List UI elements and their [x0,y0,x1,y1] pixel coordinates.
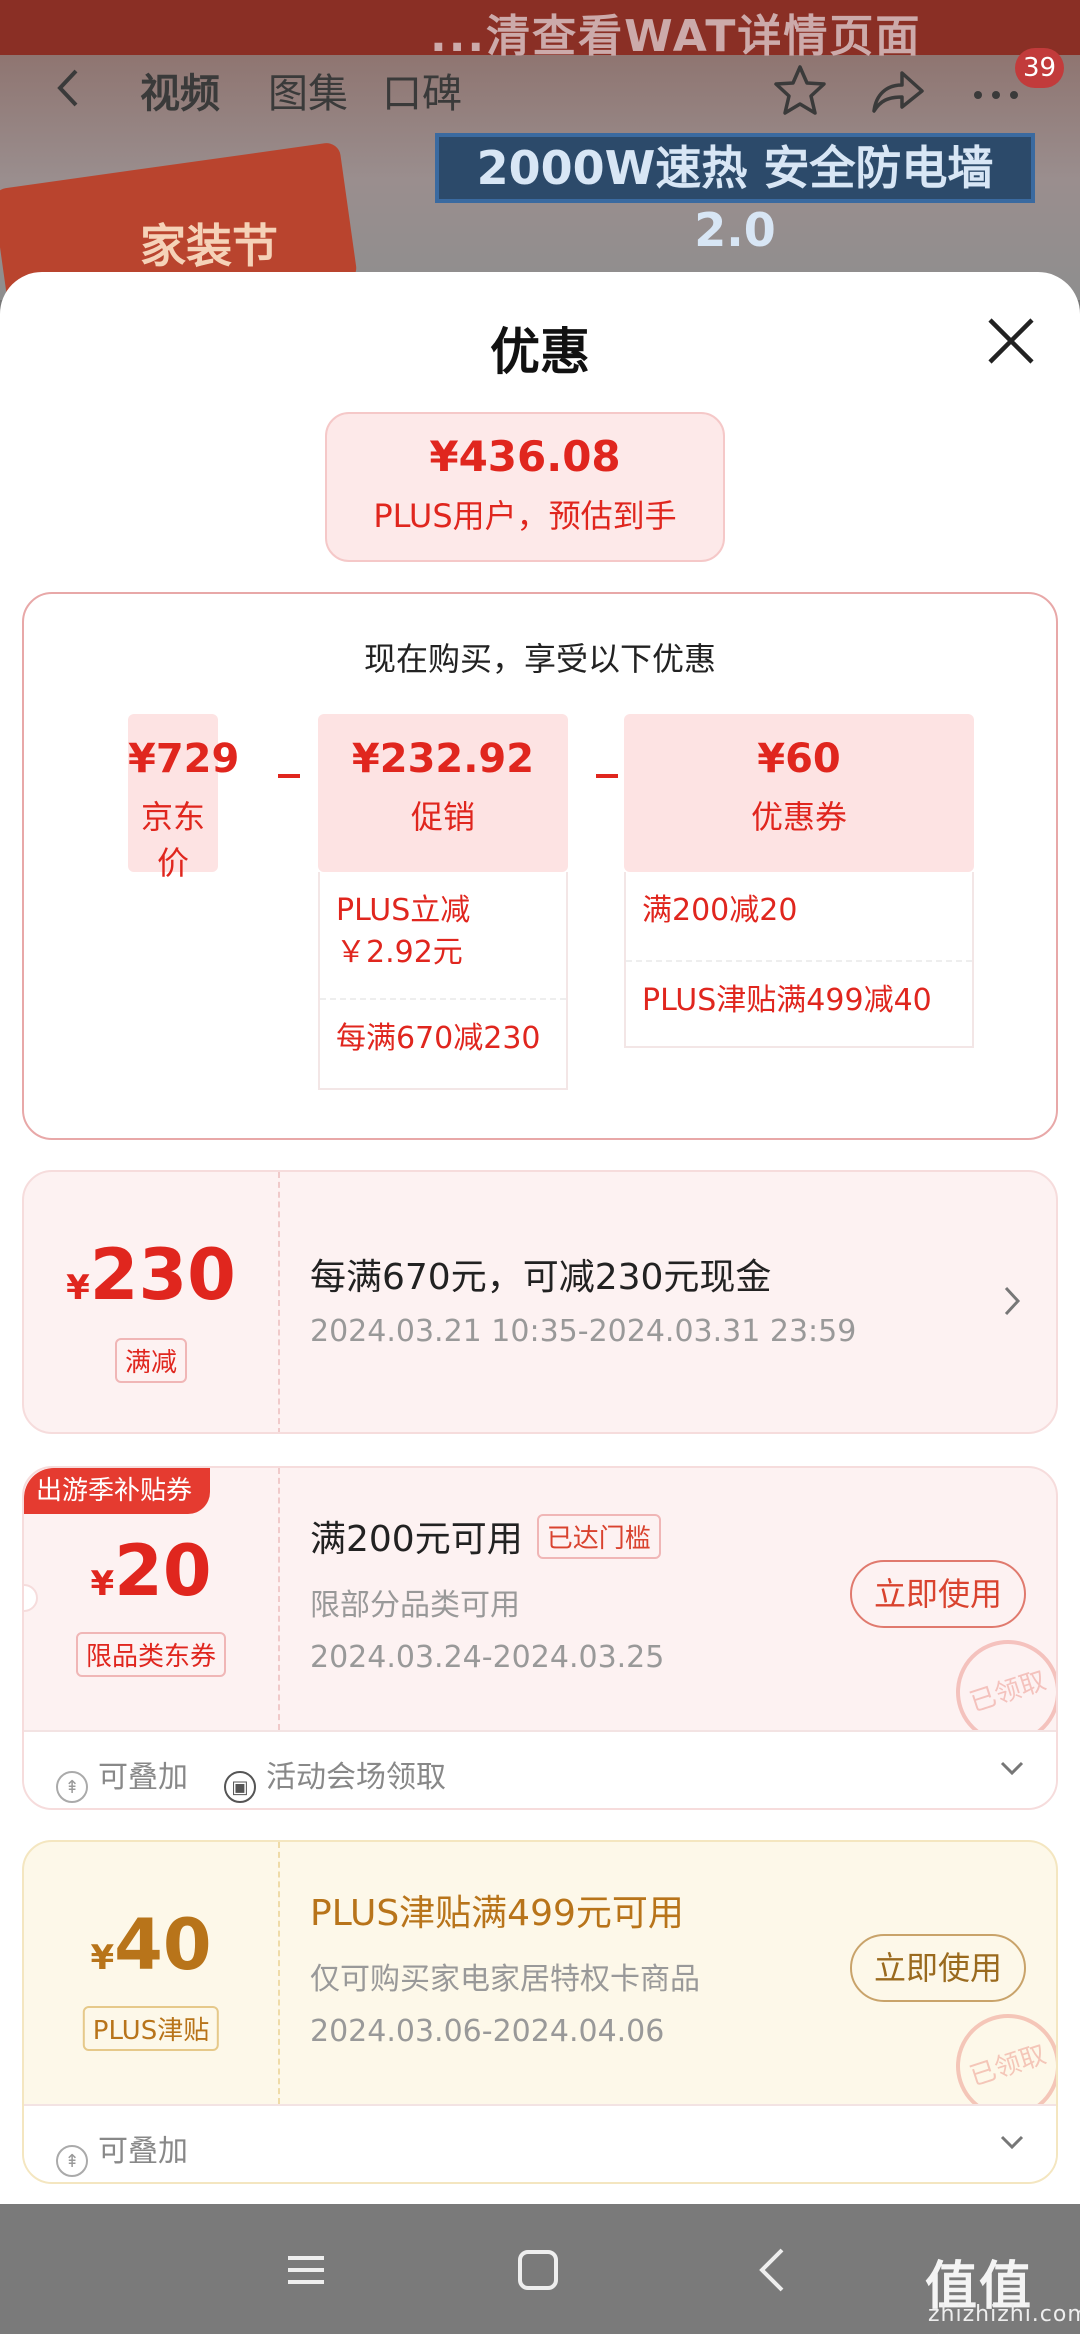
star-icon[interactable] [770,61,830,121]
product-slogan: 2000W速热 安全防电墙2.0 [435,133,1035,257]
coupon-amount-area: ¥230 满减 [24,1172,278,1432]
coupon-details: 满200减20 PLUS津贴满499减40 [624,872,974,1048]
promo-card-text: 家装节 [140,219,278,273]
breakdown-label: 优惠券 [750,798,847,836]
coupon-divider [278,1468,280,1730]
coupon-amount: ¥40 [24,1904,278,1986]
stack-icon: ⇞ [56,1771,88,1803]
coupon-amount-area: ¥40 PLUS津贴 [24,1842,278,2104]
estimated-price-label: PLUS用户，预估到手 [373,497,677,535]
stackable-label: ⇞ 可叠加 [56,2126,188,2177]
coupon-type-tag: PLUS津贴 [82,2006,220,2051]
footer-text: 活动会场领取 [266,1760,446,1795]
coupon-title: PLUS津贴满499元可用 [310,1893,684,1934]
breakdown-coupon: ¥60 优惠券 [624,714,974,872]
breakdown-label: 促销 [410,798,475,836]
coupon-type-tag: 满减 [114,1338,188,1383]
discount-sheet: 优惠 ¥436.08 PLUS用户，预估到手 现在购买，享受以下优惠 ¥729 … [0,272,1080,2204]
breakdown-value: ¥60 [757,736,841,782]
coupon-footer[interactable]: ⇞ 可叠加 [24,2104,1056,2182]
coupon-title: 满200元可用 已达门槛 [310,1510,661,1562]
discount-breakdown: 现在购买，享受以下优惠 ¥729 京东价 ¥232.92 促销 PLUS立减 ￥… [22,592,1058,1140]
footer-text: 可叠加 [98,2134,188,2169]
chevron-right-icon[interactable] [1002,1284,1024,1318]
sheet-title: 优惠 [490,323,590,381]
coupon-detail-item: PLUS津贴满499减40 [626,960,972,1040]
amount-value: 20 [114,1530,212,1612]
coupon-amount: ¥230 [24,1234,278,1316]
share-icon[interactable] [868,61,928,121]
promotion-detail-item: 每满670减230 [320,998,566,1078]
promotion-details: PLUS立减 ￥2.92元 每满670减230 [318,872,568,1090]
breakdown-promotion: ¥232.92 促销 [318,714,568,872]
amount-value: 230 [89,1234,236,1316]
stack-icon: ⇞ [56,2145,88,2177]
tab-gallery[interactable]: 图集 [268,61,348,119]
top-banner: ...清查看WAT详情页面 [0,0,1080,62]
minus-sign [596,774,618,778]
breakdown-value: ¥232.92 [351,736,535,782]
minus-sign [278,774,300,778]
coupon-amount: ¥20 [24,1530,278,1612]
chevron-down-icon[interactable] [998,2132,1026,2152]
watermark-url: zhizhizhi.com [928,2302,1080,2327]
currency-symbol: ¥ [90,1564,115,1604]
footer-text: 可叠加 [98,1760,188,1795]
coupon-info: PLUS津贴满499元可用 仅可购买家电家居特权卡商品 2024.03.06-2… [310,1842,1056,2132]
coupon-date: 2024.03.06-2024.04.06 [310,2014,665,2049]
use-now-button[interactable]: 立即使用 [850,1560,1026,1628]
coupon-category: ¥20 限品类东券 满200元可用 已达门槛 限部分品类可用 2024.03.24… [22,1466,1058,1810]
claim-source-label: ▣ 活动会场领取 [224,1752,446,1803]
product-nav-bar: 视频 图集 口碑 [0,55,1080,125]
coupon-date: 2024.03.21 10:35-2024.03.31 23:59 [310,1314,857,1349]
tab-video[interactable]: 视频 [140,61,220,119]
threshold-reached-tag: 已达门槛 [536,1514,661,1559]
coupon-divider [278,1172,280,1432]
coupon-divider [278,1842,280,2104]
coupon-main: ¥40 PLUS津贴 PLUS津贴满499元可用 仅可购买家电家居特权卡商品 2… [24,1842,1056,2132]
use-now-button[interactable]: 立即使用 [850,1934,1026,2002]
chevron-down-icon[interactable] [998,1758,1026,1778]
coupon-title: 每满670元，可减230元现金 [310,1257,772,1298]
tab-reviews[interactable]: 口碑 [382,61,462,119]
menu-icon[interactable] [276,2240,336,2300]
coupon-subtitle: 仅可购买家电家居特权卡商品 [310,1962,700,1997]
home-icon[interactable] [508,2240,568,2300]
coupon-main: ¥230 满减 每满670元，可减230元现金 2024.03.21 10:35… [24,1172,1056,1432]
breakdown-value: ¥729 [128,736,240,782]
breakdown-label: 京东价 [140,798,205,882]
breakdown-heading: 现在购买，享受以下优惠 [363,640,716,678]
ticket-icon: ▣ [224,1771,256,1803]
currency-symbol: ¥ [66,1268,90,1308]
estimated-price: ¥436.08 [429,432,621,481]
amount-value: 40 [114,1904,212,1986]
coupon-full-reduction[interactable]: ¥230 满减 每满670元，可减230元现金 2024.03.21 10:35… [22,1170,1058,1434]
estimated-price-box: ¥436.08 PLUS用户，预估到手 [325,412,725,562]
breakdown-jd-price: ¥729 京东价 [128,714,240,882]
coupon-plus-allowance: ¥40 PLUS津贴 PLUS津贴满499元可用 仅可购买家电家居特权卡商品 2… [22,1840,1058,2184]
coupon-date: 2024.03.24-2024.03.25 [310,1640,665,1675]
coupon-type-tag: 限品类东券 [75,1632,227,1677]
coupon-info: 每满670元，可减230元现金 2024.03.21 10:35-2024.03… [310,1172,1056,1432]
close-icon[interactable] [982,312,1040,370]
coupon-title-text: 满200元可用 [310,1519,523,1560]
stackable-label: ⇞ 可叠加 [56,1752,188,1803]
coupon-main: ¥20 限品类东券 满200元可用 已达门槛 限部分品类可用 2024.03.24… [24,1468,1056,1758]
back-nav-icon[interactable] [744,2240,804,2300]
currency-symbol: ¥ [90,1938,115,1978]
promotion-detail-item: PLUS立减 ￥2.92元 [336,893,471,970]
coupon-detail-item: 满200减20 [642,893,798,928]
coupon-footer[interactable]: ⇞ 可叠加 ▣ 活动会场领取 [24,1730,1056,1808]
promo-ribbon: 出游季补贴券 [24,1468,211,1514]
system-nav-bar [0,2204,1080,2334]
notification-badge: 39 [1015,48,1065,88]
coupon-subtitle: 限部分品类可用 [310,1588,520,1623]
background-product-page: ...清查看WAT详情页面 家装节 2000W速热 安全防电墙2.0 视频 图集… [0,0,1080,300]
coupon-info: 满200元可用 已达门槛 限部分品类可用 2024.03.24-2024.03.2… [310,1468,1056,1758]
back-icon[interactable] [50,63,86,113]
